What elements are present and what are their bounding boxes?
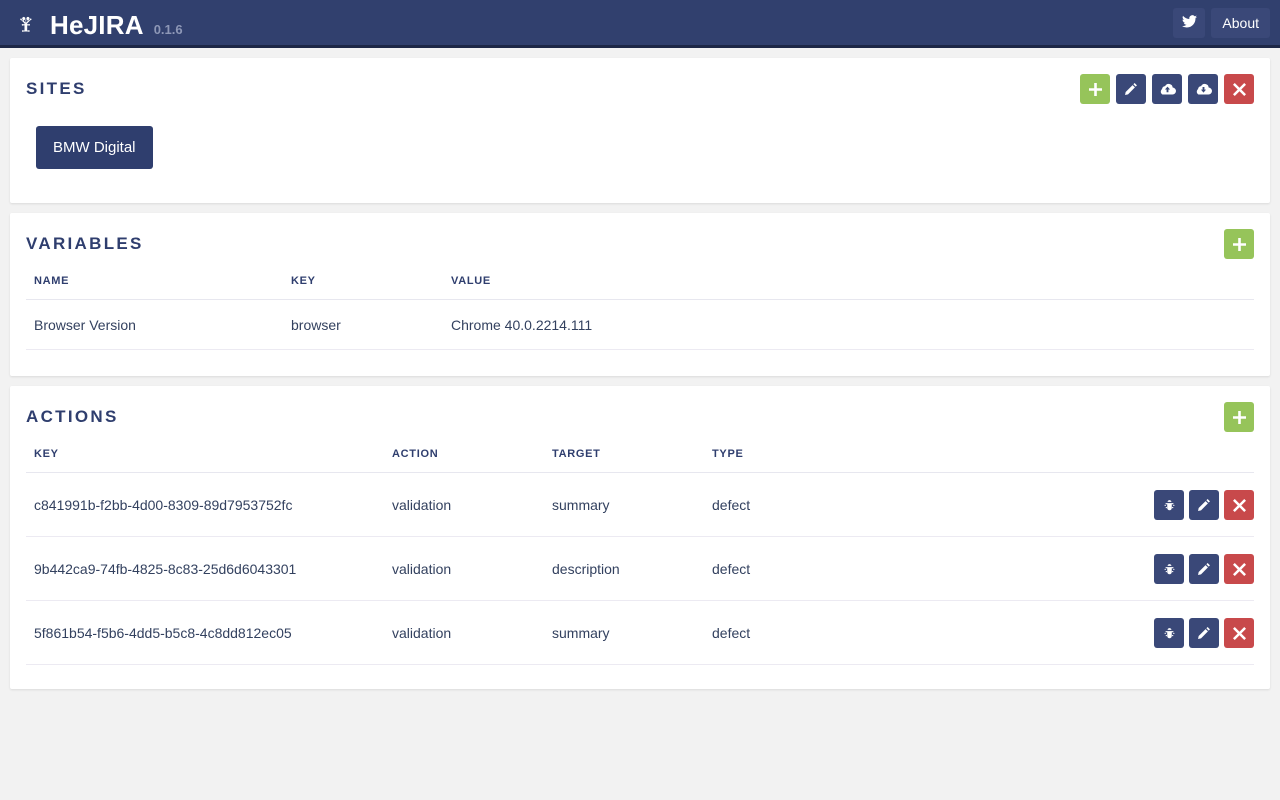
action-type: defect	[712, 536, 1134, 601]
variables-col-key: KEY	[291, 275, 451, 300]
variable-value: Chrome 40.0.2214.111	[451, 299, 1104, 350]
delete-action-button[interactable]	[1224, 554, 1254, 584]
page-content: SITES BMW Digital VARIABLES NAME KEY VAL…	[0, 48, 1280, 709]
bug-icon	[1163, 627, 1176, 640]
upload-site-button[interactable]	[1152, 74, 1182, 104]
actions-panel-header: ACTIONS	[26, 386, 1254, 448]
brand[interactable]: HeJIRA 0.1.6	[14, 8, 183, 38]
pencil-icon	[1197, 498, 1211, 512]
action-row-tools	[1134, 600, 1254, 665]
plus-icon	[1232, 410, 1246, 424]
sites-title: SITES	[26, 79, 87, 98]
sites-panel-header: SITES	[26, 58, 1254, 120]
variables-col-tools	[1104, 275, 1254, 300]
actions-col-action: ACTION	[392, 448, 552, 473]
actions-table: KEY ACTION TARGET TYPE c841991b-f2bb-4d0…	[26, 448, 1254, 665]
delete-action-button[interactable]	[1224, 618, 1254, 648]
action-row-tools	[1134, 472, 1254, 537]
pencil-icon	[1197, 626, 1211, 640]
plus-icon	[1232, 237, 1246, 251]
action-action: validation	[392, 472, 552, 537]
hejira-logo-icon	[14, 13, 40, 39]
variable-row-tools	[1104, 299, 1254, 350]
cloud-upload-icon	[1159, 82, 1176, 96]
table-row[interactable]: 9b442ca9-74fb-4825-8c83-25d6d6043301 val…	[26, 536, 1254, 601]
delete-site-button[interactable]	[1224, 74, 1254, 104]
sites-panel: SITES BMW Digital	[10, 58, 1270, 203]
action-target: summary	[552, 472, 712, 537]
sites-toolbar	[1080, 74, 1254, 104]
bug-icon	[1163, 499, 1176, 512]
action-target: summary	[552, 600, 712, 665]
brand-name: HeJIRA	[50, 9, 144, 40]
close-x-icon	[1232, 562, 1246, 576]
close-x-icon	[1232, 626, 1246, 640]
table-row[interactable]: c841991b-f2bb-4d00-8309-89d7953752fc val…	[26, 472, 1254, 537]
variables-header-row: NAME KEY VALUE	[26, 275, 1254, 300]
action-row-tools	[1134, 536, 1254, 601]
variables-table: NAME KEY VALUE Browser Version browser C…	[26, 275, 1254, 350]
action-action: validation	[392, 600, 552, 665]
action-action: validation	[392, 536, 552, 601]
twitter-button[interactable]	[1173, 8, 1206, 38]
actions-title: ACTIONS	[26, 407, 119, 426]
add-site-button[interactable]	[1080, 74, 1110, 104]
action-key: 9b442ca9-74fb-4825-8c83-25d6d6043301	[26, 536, 392, 601]
actions-col-target: TARGET	[552, 448, 712, 473]
action-key: 5f861b54-f5b6-4dd5-b5c8-4c8dd812ec05	[26, 600, 392, 665]
top-navbar: HeJIRA 0.1.6 About	[0, 0, 1280, 48]
app-version: 0.1.6	[153, 21, 183, 37]
action-key: c841991b-f2bb-4d00-8309-89d7953752fc	[26, 472, 392, 537]
edit-action-button[interactable]	[1189, 554, 1219, 584]
variables-title: VARIABLES	[26, 234, 144, 253]
variables-col-name: NAME	[26, 275, 291, 300]
close-x-icon	[1232, 82, 1246, 96]
actions-col-type: TYPE	[712, 448, 1134, 473]
actions-toolbar	[1224, 402, 1254, 432]
action-type: defect	[712, 600, 1134, 665]
edit-action-button[interactable]	[1189, 490, 1219, 520]
cloud-download-icon	[1195, 82, 1212, 96]
variables-panel: VARIABLES NAME KEY VALUE Browser Version…	[10, 213, 1270, 376]
close-x-icon	[1232, 498, 1246, 512]
add-variable-button[interactable]	[1224, 229, 1254, 259]
bug-button[interactable]	[1154, 554, 1184, 584]
edit-site-button[interactable]	[1116, 74, 1146, 104]
sites-list: BMW Digital	[26, 120, 1254, 203]
plus-icon	[1088, 82, 1102, 96]
table-row[interactable]: Browser Version browser Chrome 40.0.2214…	[26, 299, 1254, 350]
bug-button[interactable]	[1154, 618, 1184, 648]
bug-button[interactable]	[1154, 490, 1184, 520]
pencil-icon	[1197, 562, 1211, 576]
variables-table-wrap: NAME KEY VALUE Browser Version browser C…	[26, 275, 1254, 376]
variable-name: Browser Version	[26, 299, 291, 350]
bug-icon	[1163, 563, 1176, 576]
actions-col-tools	[1134, 448, 1254, 473]
about-button[interactable]: About	[1211, 8, 1270, 38]
variables-col-value: VALUE	[451, 275, 1104, 300]
actions-panel: ACTIONS KEY ACTION TARGET TYPE c841991b-…	[10, 386, 1270, 689]
action-type: defect	[712, 472, 1134, 537]
actions-table-wrap: KEY ACTION TARGET TYPE c841991b-f2bb-4d0…	[26, 448, 1254, 689]
navbar-right-actions: About	[1173, 8, 1270, 38]
variables-toolbar	[1224, 229, 1254, 259]
actions-col-key: KEY	[26, 448, 392, 473]
twitter-icon	[1181, 15, 1197, 31]
pencil-icon	[1124, 82, 1138, 96]
action-target: description	[552, 536, 712, 601]
add-action-button[interactable]	[1224, 402, 1254, 432]
actions-header-row: KEY ACTION TARGET TYPE	[26, 448, 1254, 473]
table-row[interactable]: 5f861b54-f5b6-4dd5-b5c8-4c8dd812ec05 val…	[26, 600, 1254, 665]
variable-key: browser	[291, 299, 451, 350]
variables-panel-header: VARIABLES	[26, 213, 1254, 275]
download-site-button[interactable]	[1188, 74, 1218, 104]
edit-action-button[interactable]	[1189, 618, 1219, 648]
site-item-bmw-digital[interactable]: BMW Digital	[36, 126, 153, 169]
delete-action-button[interactable]	[1224, 490, 1254, 520]
